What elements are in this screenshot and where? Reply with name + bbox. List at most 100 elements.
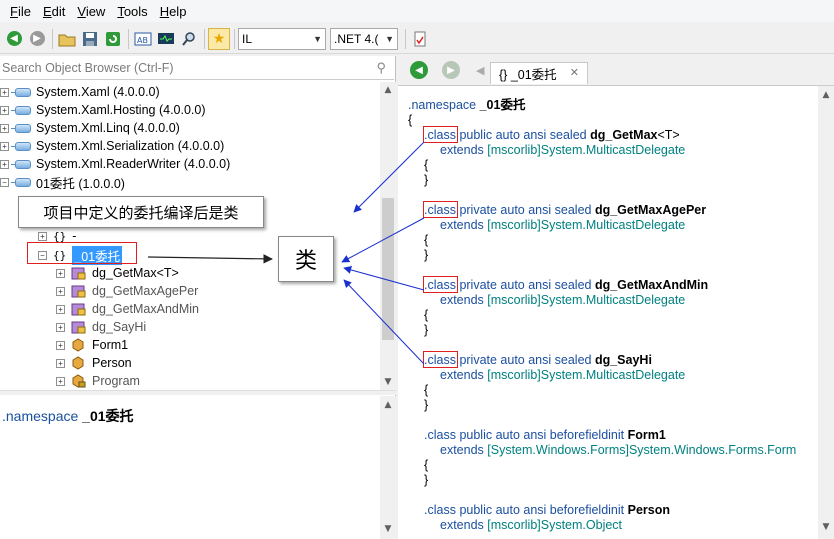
console-button[interactable]: [155, 28, 177, 50]
search-icon[interactable]: ⚲: [376, 60, 386, 76]
code-view-pane: ◀ ▶ ◀ {} _01委托 ✕ .namespace _01委托 { .clas…: [398, 56, 834, 539]
code-line: }: [424, 323, 429, 337]
code-line: extends [mscorlib]System.MulticastDelega…: [440, 218, 686, 232]
annotation-highlight-namespace: [27, 242, 137, 264]
toolbar: ◀ ▶ AB ★ IL ▼ .NET 4.( ▼: [0, 24, 834, 54]
tree-scrollbar[interactable]: ▲ ▼: [380, 82, 396, 390]
menu-help[interactable]: Help: [154, 4, 193, 19]
tree-item-type[interactable]: + Program: [56, 372, 140, 390]
options-button[interactable]: [409, 28, 431, 50]
assembly-icon: [11, 141, 31, 151]
code-line: extends [mscorlib]System.Object: [440, 518, 623, 532]
expand-icon[interactable]: +: [38, 231, 47, 241]
tree-item-assembly-01[interactable]: −01委托 (1.0.0.0): [0, 173, 125, 191]
language-select[interactable]: IL ▼: [238, 27, 326, 50]
forward-arrow-icon: ▶: [29, 31, 45, 46]
tree-item-assembly[interactable]: + System.Xml.ReaderWriter (4.0.0.0): [0, 155, 230, 173]
close-icon[interactable]: ✕: [570, 66, 579, 79]
expand-icon[interactable]: +: [0, 123, 9, 133]
tree-item-assembly[interactable]: + System.Xml.Linq (4.0.0.0): [0, 119, 180, 137]
code-scrollbar[interactable]: ▲ ▼: [818, 86, 834, 539]
tree-item-type[interactable]: + dg_GetMax<T>: [56, 264, 179, 282]
code-nav-bar: ◀ ▶ ◀ {} _01委托 ✕: [398, 56, 834, 86]
save-button[interactable]: [79, 28, 101, 50]
scroll-up-icon[interactable]: ▲: [818, 90, 834, 100]
code-line: .class public auto ansi sealed dg_GetMax…: [424, 128, 680, 142]
code-line: extends [mscorlib]System.MulticastDelega…: [440, 368, 686, 382]
code-line: .class public auto ansi beforefieldinit …: [424, 503, 671, 517]
annotation-highlight-class: [423, 201, 458, 218]
tree-item-type[interactable]: + Person: [56, 354, 132, 372]
language-value: IL: [242, 31, 253, 46]
code-line: }: [424, 398, 429, 412]
class-icon: [71, 338, 86, 352]
favorites-button[interactable]: ★: [208, 27, 230, 50]
tree-item-assembly[interactable]: + System.Xml.Serialization (4.0.0.0): [0, 137, 224, 155]
chevron-down-icon: ▼: [385, 33, 394, 44]
pane-splitter[interactable]: [0, 390, 396, 395]
class-lock-icon: [71, 374, 86, 388]
expand-icon[interactable]: +: [56, 268, 65, 278]
back-button[interactable]: ◀: [3, 28, 25, 50]
star-icon: ★: [212, 30, 226, 47]
tree-item-type[interactable]: + dg_SayHi: [56, 318, 146, 336]
summary-scrollbar[interactable]: ▲ ▼: [380, 396, 396, 539]
forward-button[interactable]: ▶: [26, 28, 48, 50]
expand-icon[interactable]: +: [56, 304, 65, 314]
expand-icon[interactable]: +: [56, 358, 65, 368]
scroll-down-icon[interactable]: ▼: [380, 524, 396, 534]
menu-edit[interactable]: Edit: [37, 4, 71, 19]
search-button[interactable]: [178, 28, 200, 50]
expand-icon[interactable]: +: [56, 376, 65, 386]
search-input[interactable]: Search Object Browser (Ctrl-F) ⚲: [0, 56, 394, 80]
framework-select[interactable]: .NET 4.( ▼: [330, 27, 398, 50]
scroll-down-icon[interactable]: ▼: [818, 522, 834, 532]
toolbar-separator: [204, 28, 205, 49]
tree-item-type[interactable]: + dg_GetMaxAgePer: [56, 282, 198, 300]
menu-view[interactable]: View: [71, 4, 111, 19]
tree-item-assembly[interactable]: + System.Xaml (4.0.0.0): [0, 83, 160, 101]
scroll-down-icon[interactable]: ▼: [380, 374, 396, 390]
annotation-highlight-class: [423, 126, 458, 143]
back-arrow-icon: ◀: [410, 61, 428, 79]
code-line: .class private auto ansi sealed dg_SayHi: [424, 353, 652, 367]
code-forward-button[interactable]: ▶: [442, 61, 460, 79]
expand-icon[interactable]: +: [56, 286, 65, 296]
expand-icon[interactable]: +: [0, 141, 9, 151]
collapse-icon[interactable]: −: [0, 177, 9, 187]
scroll-up-icon[interactable]: ▲: [380, 82, 396, 98]
expand-icon[interactable]: +: [0, 105, 9, 115]
object-browser-pane: Search Object Browser (Ctrl-F) ⚲ + System…: [0, 56, 396, 539]
tab-namespace[interactable]: {} _01委托 ✕: [490, 62, 588, 84]
annotation-callout: 项目中定义的委托编译后是类: [18, 196, 264, 228]
open-button[interactable]: [56, 28, 78, 50]
assembly-icon: [11, 177, 31, 187]
back-arrow-icon: ◀: [6, 31, 22, 46]
forward-arrow-icon: ▶: [442, 61, 460, 79]
refresh-button[interactable]: [102, 28, 124, 50]
class-icon: [71, 356, 86, 370]
namespace-icon: {}: [53, 229, 67, 243]
annotation-highlight-class: [423, 276, 458, 293]
expand-icon[interactable]: +: [0, 159, 9, 169]
tree-item-type[interactable]: + dg_GetMaxAndMin: [56, 300, 199, 318]
expand-icon[interactable]: +: [56, 340, 65, 350]
menu-bar: File Edit View Tools Help: [0, 0, 834, 22]
scroll-thumb[interactable]: [382, 198, 394, 340]
menu-file[interactable]: File: [4, 4, 37, 19]
assembly-button[interactable]: AB: [132, 28, 154, 50]
framework-value: .NET 4.(: [334, 31, 379, 46]
tab-scroll-left-icon[interactable]: ◀: [476, 64, 484, 77]
code-line: extends [mscorlib]System.MulticastDelega…: [440, 143, 686, 157]
menu-tools[interactable]: Tools: [111, 4, 153, 19]
expand-icon[interactable]: +: [56, 322, 65, 332]
code-line: extends [System.Windows.Forms]System.Win…: [440, 443, 797, 457]
code-back-button[interactable]: ◀: [410, 61, 428, 79]
code-line: }: [424, 173, 429, 187]
expand-icon[interactable]: +: [0, 87, 9, 97]
tree-item-assembly[interactable]: + System.Xaml.Hosting (4.0.0.0): [0, 101, 206, 119]
code-line: .class private auto ansi sealed dg_GetMa…: [424, 203, 707, 217]
scroll-up-icon[interactable]: ▲: [380, 400, 396, 410]
chevron-down-icon: ▼: [313, 33, 322, 44]
tree-item-type[interactable]: + Form1: [56, 336, 128, 354]
